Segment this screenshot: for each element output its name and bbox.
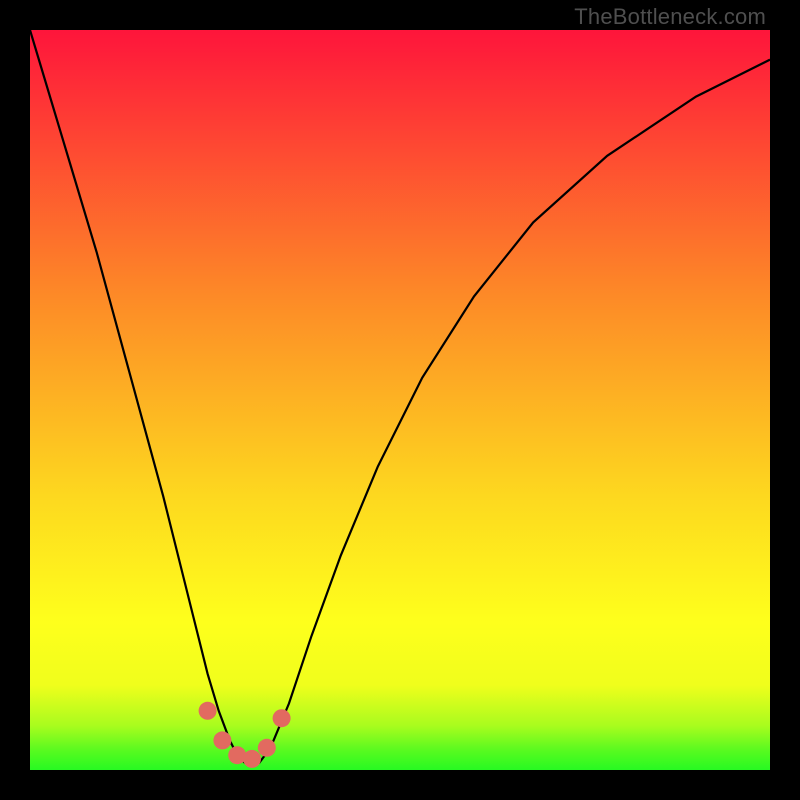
watermark-text: TheBottleneck.com (574, 4, 766, 30)
curve-marker (243, 750, 261, 768)
chart-frame (30, 30, 770, 770)
curve-marker (199, 702, 217, 720)
curve-marker (258, 739, 276, 757)
chart-background (30, 30, 770, 770)
curve-marker (273, 709, 291, 727)
curve-marker (213, 731, 231, 749)
chart-plot (30, 30, 770, 770)
